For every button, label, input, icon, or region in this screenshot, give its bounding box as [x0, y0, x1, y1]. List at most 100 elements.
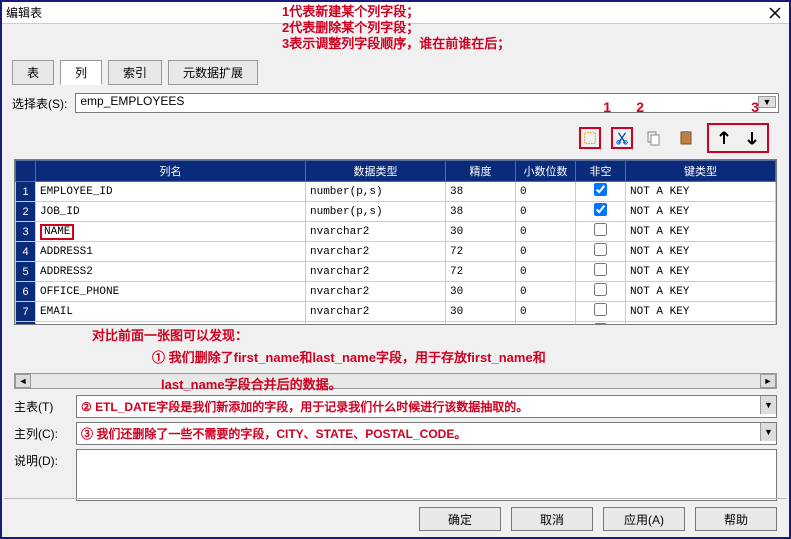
tab-table[interactable]: 表 [12, 60, 54, 85]
table-row[interactable]: 7EMAILnvarchar2300NOT A KEY [16, 302, 776, 322]
new-column-button[interactable] [579, 127, 601, 149]
cell-name[interactable]: ADDRESS1 [36, 242, 306, 262]
cell-type[interactable]: number(p,s) [306, 182, 446, 202]
cancel-button[interactable]: 取消 [511, 507, 593, 531]
cell-scale[interactable]: 0 [516, 182, 576, 202]
cell-notnull[interactable] [576, 222, 626, 242]
help-button[interactable]: 帮助 [695, 507, 777, 531]
table-row[interactable]: 6OFFICE_PHONEnvarchar2300NOT A KEY [16, 282, 776, 302]
horizontal-scrollbar[interactable]: ◄ last_name字段合并后的数据。 ► [14, 373, 777, 389]
cell-name[interactable]: EMAIL [36, 302, 306, 322]
select-table-dropdown[interactable]: emp_EMPLOYEES [75, 93, 779, 113]
notnull-checkbox[interactable] [594, 223, 607, 236]
cell-keytype[interactable]: NOT A KEY [626, 222, 776, 242]
select-table-row: 选择表(S): emp_EMPLOYEES [2, 89, 789, 117]
table-row[interactable]: 5ADDRESS2nvarchar2720NOT A KEY [16, 262, 776, 282]
cell-type[interactable]: nvarchar2 [306, 262, 446, 282]
cell-precision[interactable]: 30 [446, 222, 516, 242]
cell-scale[interactable]: 0 [516, 242, 576, 262]
cell-keytype[interactable]: NOT A KEY [626, 282, 776, 302]
header-precision[interactable]: 精度 [446, 161, 516, 182]
cell-type[interactable]: nvarchar2 [306, 222, 446, 242]
cell-name[interactable]: ETL_DATE [36, 322, 306, 326]
cell-type[interactable]: date [306, 322, 446, 326]
tab-index[interactable]: 索引 [108, 60, 162, 85]
scroll-right-button[interactable]: ► [760, 374, 776, 388]
cell-notnull[interactable] [576, 302, 626, 322]
cell-notnull[interactable] [576, 202, 626, 222]
annotation-point-2: ② ETL_DATE字段是我们新添加的字段，用于记录我们什么时候进行该数据抽取的… [81, 400, 528, 414]
cell-precision[interactable]: 72 [446, 242, 516, 262]
cell-keytype[interactable]: NOT A KEY [626, 302, 776, 322]
cell-type[interactable]: nvarchar2 [306, 302, 446, 322]
cell-keytype[interactable]: NOT A KEY [626, 262, 776, 282]
main-col-field[interactable]: ③ 我们还删除了一些不需要的字段，CITY、STATE、POSTAL_CODE。… [76, 422, 777, 445]
cell-precision[interactable]: 38 [446, 202, 516, 222]
ok-button[interactable]: 确定 [419, 507, 501, 531]
cell-notnull[interactable] [576, 322, 626, 326]
header-scale[interactable]: 小数位数 [516, 161, 576, 182]
cell-scale[interactable]: 0 [516, 202, 576, 222]
cell-precision[interactable]: 30 [446, 282, 516, 302]
close-button[interactable] [765, 4, 785, 22]
table-row[interactable]: 1EMPLOYEE_IDnumber(p,s)380NOT A KEY [16, 182, 776, 202]
cell-keytype[interactable]: NOT A KEY [626, 202, 776, 222]
cell-name[interactable]: JOB_ID [36, 202, 306, 222]
dropdown-icon[interactable]: ▼ [760, 396, 776, 414]
desc-field[interactable] [76, 449, 777, 501]
main-table-field[interactable]: ② ETL_DATE字段是我们新添加的字段，用于记录我们什么时候进行该数据抽取的… [76, 395, 777, 418]
cell-scale[interactable]: 0 [516, 262, 576, 282]
header-name[interactable]: 列名 [36, 161, 306, 182]
cell-keytype[interactable]: NOT A KEY [626, 182, 776, 202]
cell-type[interactable]: nvarchar2 [306, 282, 446, 302]
header-keytype[interactable]: 键类型 [626, 161, 776, 182]
cell-keytype[interactable]: NOT A KEY [626, 242, 776, 262]
table-row[interactable]: 2JOB_IDnumber(p,s)380NOT A KEY [16, 202, 776, 222]
cell-name[interactable]: OFFICE_PHONE [36, 282, 306, 302]
scroll-track[interactable]: last_name字段合并后的数据。 [31, 374, 760, 388]
cell-scale[interactable]: 0 [516, 222, 576, 242]
tab-columns[interactable]: 列 [60, 60, 102, 85]
scroll-left-button[interactable]: ◄ [15, 374, 31, 388]
header-type[interactable]: 数据类型 [306, 161, 446, 182]
tab-meta[interactable]: 元数据扩展 [168, 60, 258, 85]
cell-type[interactable]: number(p,s) [306, 202, 446, 222]
cell-name[interactable]: ADDRESS2 [36, 262, 306, 282]
table-row[interactable]: 3NAMEnvarchar2300NOT A KEY [16, 222, 776, 242]
marker-3: 3 [751, 99, 759, 115]
cell-precision[interactable]: 19 [446, 322, 516, 326]
copy-button[interactable] [643, 127, 665, 149]
annotation-point-3: ③ 我们还删除了一些不需要的字段，CITY、STATE、POSTAL_CODE。 [81, 427, 466, 441]
new-icon [583, 130, 597, 146]
paste-button[interactable] [675, 127, 697, 149]
notnull-checkbox[interactable] [594, 263, 607, 276]
cell-scale[interactable]: 0 [516, 322, 576, 326]
cell-precision[interactable]: 30 [446, 302, 516, 322]
cell-notnull[interactable] [576, 242, 626, 262]
cell-scale[interactable]: 0 [516, 282, 576, 302]
cell-notnull[interactable] [576, 282, 626, 302]
header-notnull[interactable]: 非空 [576, 161, 626, 182]
cell-type[interactable]: nvarchar2 [306, 242, 446, 262]
cell-keytype[interactable]: NOT A KEY [626, 322, 776, 326]
cell-name[interactable]: NAME [36, 222, 306, 242]
cell-notnull[interactable] [576, 182, 626, 202]
move-up-button[interactable] [713, 127, 735, 149]
cell-name[interactable]: EMPLOYEE_ID [36, 182, 306, 202]
table-row[interactable]: 8ETL_DATEdate190NOT A KEY [16, 322, 776, 326]
move-down-button[interactable] [741, 127, 763, 149]
notnull-checkbox[interactable] [594, 243, 607, 256]
cell-notnull[interactable] [576, 262, 626, 282]
cell-precision[interactable]: 38 [446, 182, 516, 202]
cell-scale[interactable]: 0 [516, 302, 576, 322]
notnull-checkbox[interactable] [594, 303, 607, 316]
notnull-checkbox[interactable] [594, 203, 607, 216]
cut-button[interactable] [611, 127, 633, 149]
notnull-checkbox[interactable] [594, 283, 607, 296]
notnull-checkbox[interactable] [594, 323, 607, 325]
notnull-checkbox[interactable] [594, 183, 607, 196]
apply-button[interactable]: 应用(A) [603, 507, 685, 531]
cell-precision[interactable]: 72 [446, 262, 516, 282]
table-row[interactable]: 4ADDRESS1nvarchar2720NOT A KEY [16, 242, 776, 262]
dropdown-icon[interactable]: ▼ [760, 423, 776, 441]
